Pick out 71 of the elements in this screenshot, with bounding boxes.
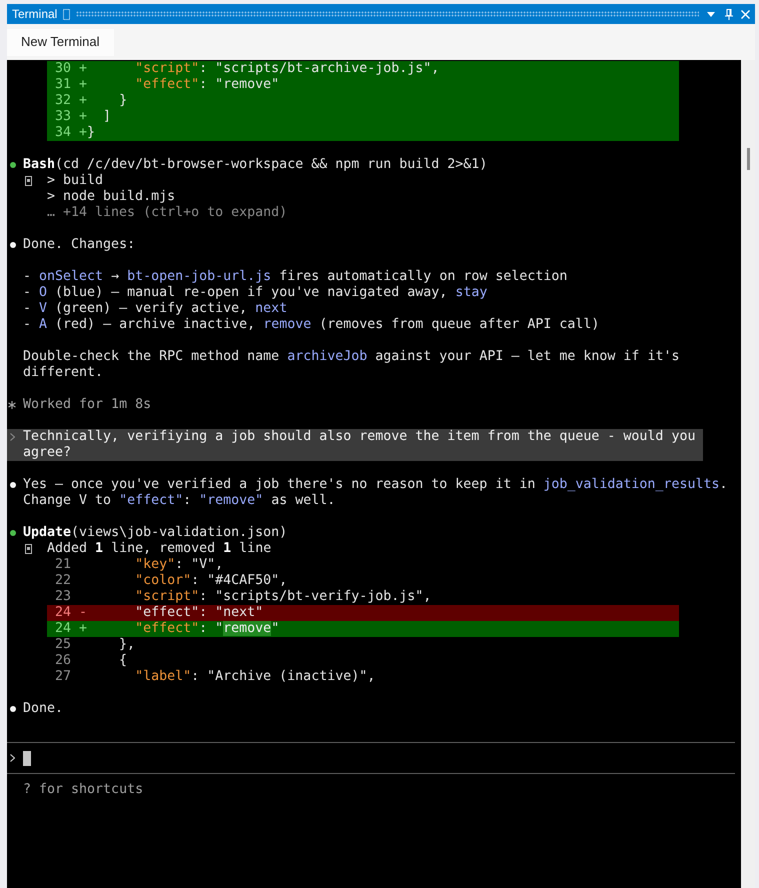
line-number: 34 (55, 125, 72, 141)
asterisk-icon (8, 401, 16, 409)
prompt-input[interactable] (7, 742, 735, 774)
chevron-icon (10, 433, 15, 441)
diff-sign: + (79, 125, 88, 141)
code-line: } (119, 93, 128, 109)
code-line: "key": "V", (135, 557, 224, 573)
bullet-dot-icon (10, 482, 16, 488)
line-number: 31 (55, 77, 72, 93)
code-line: "effect": "remove" (135, 77, 280, 93)
status-dot-icon (10, 162, 16, 168)
code-line: "label": "Archive (inactive)", (135, 669, 376, 685)
code-line: { (119, 653, 128, 669)
shortcuts-hint: ? for shortcuts (23, 782, 144, 798)
code-line: "script": "scripts/bt-verify-job.js", (135, 589, 432, 605)
tool-arguments: (views\job-validation.json) (71, 525, 288, 541)
status-text: Worked for 1m 8s (23, 397, 152, 413)
message-text: Done. Changes: (23, 237, 136, 253)
line-number: 30 (55, 61, 72, 77)
diff-sign: + (79, 77, 88, 93)
list-item: - V (green) — verify active, next (23, 301, 288, 317)
line-number: 22 (55, 573, 72, 589)
list-item: - A (red) — archive inactive, remove (removes from queue after API call) (23, 317, 600, 333)
tool-name: Update (23, 525, 72, 541)
code-line: }, (119, 637, 136, 653)
line-number: 25 (55, 637, 72, 653)
bullet-dot-icon (10, 706, 16, 712)
line-number: 23 (55, 589, 72, 605)
line-number: 24 (55, 621, 72, 637)
dotted-box-icon (63, 8, 70, 20)
line-number: 33 (55, 109, 72, 125)
code-line: "effect": "next" (135, 605, 264, 621)
line-number: 24 (55, 605, 72, 621)
tool-arguments: (cd /c/dev/bt-browser-workspace && npm run build 2>&1) (55, 157, 488, 173)
close-icon[interactable] (741, 10, 750, 18)
dropdown-icon[interactable] (707, 12, 715, 16)
bullet-dot-icon (10, 242, 16, 248)
small-box-icon (25, 176, 32, 186)
list-item: - O (blue) — manual re-open if you've navigated away, stay (23, 285, 488, 301)
command-output: > node build.mjs (47, 189, 176, 205)
diff-sign: + (79, 61, 88, 77)
code-line: } (87, 125, 96, 141)
user-message-text: Technically, verifiying a job should also remove the item from the queue - would you agree? (23, 429, 696, 461)
diff-sign: - (79, 605, 88, 621)
small-box-icon (25, 544, 32, 554)
tool-name: Bash (23, 157, 56, 173)
code-line: "script": "scripts/bt-archive-job.js", (135, 61, 440, 77)
diff-sign: + (79, 109, 88, 125)
diff-sign: + (79, 621, 88, 637)
scrollbar-thumb[interactable] (746, 148, 750, 170)
line-number: 32 (55, 93, 72, 109)
pin-icon[interactable] (725, 8, 733, 20)
message-text: Yes — once you've verified a job there's no reason to keep it in job_validation_results. Change V to "effect": "remove" as well. (23, 477, 728, 509)
diff-sign: + (79, 93, 88, 109)
status-dot-icon (10, 530, 16, 536)
line-number: 27 (55, 669, 72, 685)
line-number: 26 (55, 653, 72, 669)
command-output: > build (47, 173, 104, 189)
code-line: ] (103, 109, 112, 125)
chevron-icon (10, 754, 15, 762)
code-line: "color": "#4CAF50", (135, 573, 288, 589)
window-title: Terminal (12, 6, 58, 23)
toolbar-button[interactable]: New Terminal (7, 28, 114, 56)
change-summary: Added 1 line, removed 1 line (47, 541, 272, 557)
code-line: "effect": "remove" (135, 621, 280, 637)
message-text: Double-check the RPC method name archiveJob against your API — let me know if it's different. (23, 349, 680, 381)
collapsed-lines-hint: … +14 lines (ctrl+o to expand) (47, 205, 288, 221)
message-text: Done. (23, 701, 64, 717)
line-number: 21 (55, 557, 72, 573)
drag-handle[interactable] (76, 11, 699, 17)
list-item: - onSelect → bt-open-job-url.js fires automatically on row selection (23, 269, 568, 285)
